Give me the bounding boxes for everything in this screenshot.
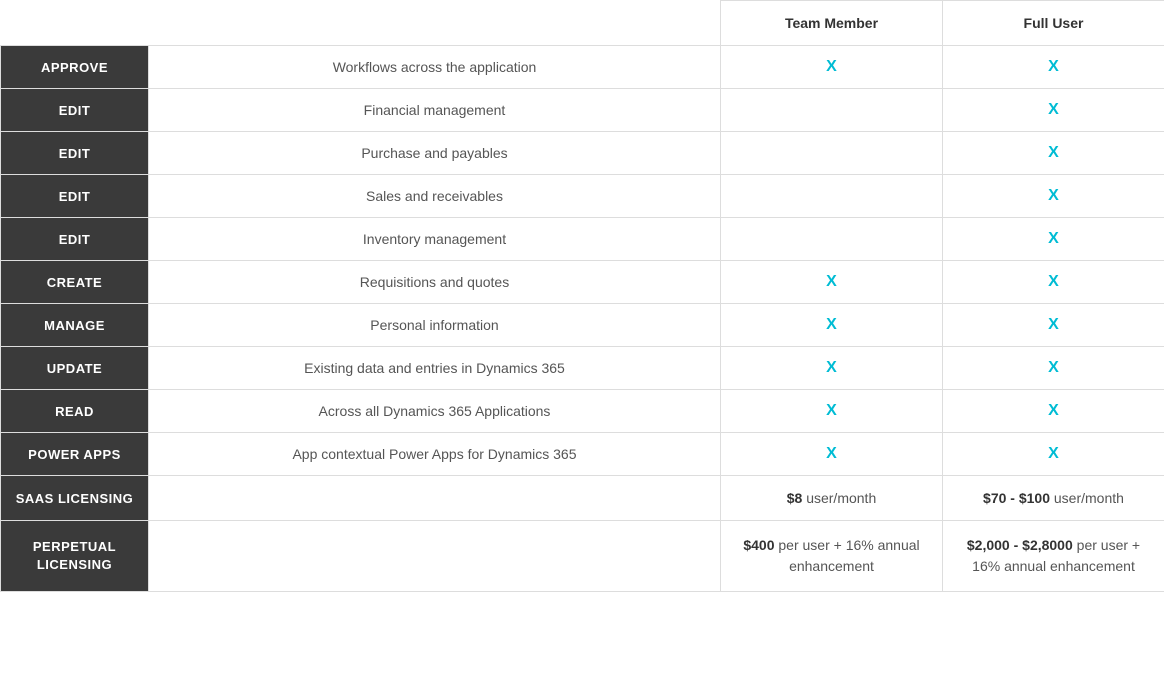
saas-team-price: $8 user/month (721, 476, 943, 521)
check-mark: X (1048, 230, 1059, 247)
full-check-cell: X (943, 46, 1164, 89)
team-check-cell (721, 89, 943, 132)
table-row: EDITFinancial management X (1, 89, 1164, 132)
check-mark: X (1048, 316, 1059, 333)
team-check-cell (721, 218, 943, 261)
check-mark: X (1048, 359, 1059, 376)
saas-full-price: $70 - $100 user/month (943, 476, 1164, 521)
check-mark: X (1048, 144, 1059, 161)
description-cell: Existing data and entries in Dynamics 36… (149, 347, 721, 390)
action-cell: POWER APPS (1, 433, 149, 476)
check-mark: X (1048, 402, 1059, 419)
table-row: EDITSales and receivables X (1, 175, 1164, 218)
check-mark: X (826, 316, 837, 333)
description-cell: App contextual Power Apps for Dynamics 3… (149, 433, 721, 476)
check-mark: X (1048, 101, 1059, 118)
table-row: READAcross all Dynamics 365 Applications… (1, 390, 1164, 433)
table-row: POWER APPSApp contextual Power Apps for … (1, 433, 1164, 476)
table-row: MANAGEPersonal information X X (1, 304, 1164, 347)
perpetual-full-price-bold: $2,000 - $2,8000 (967, 537, 1073, 553)
full-check-cell: X (943, 261, 1164, 304)
header-action (1, 1, 149, 46)
saas-full-price-bold: $70 - $100 (983, 490, 1050, 506)
perpetual-full-price: $2,000 - $2,8000 per user + 16% annual e… (943, 521, 1164, 592)
full-check-cell: X (943, 218, 1164, 261)
perpetual-team-price: $400 per user + 16% annual enhancement (721, 521, 943, 592)
saas-desc-cell (149, 476, 721, 521)
full-check-cell: X (943, 390, 1164, 433)
saas-licensing-row: SaaS Licensing $8 user/month$70 - $100 us… (1, 476, 1164, 521)
action-cell: EDIT (1, 218, 149, 261)
perpetual-licensing-row: PerpetualLicensing $400 per user + 16% an… (1, 521, 1164, 592)
action-cell: CREATE (1, 261, 149, 304)
check-mark: X (826, 402, 837, 419)
description-cell: Sales and receivables (149, 175, 721, 218)
team-check-cell (721, 132, 943, 175)
check-mark: X (1048, 58, 1059, 75)
description-cell: Inventory management (149, 218, 721, 261)
description-cell: Purchase and payables (149, 132, 721, 175)
full-check-cell: X (943, 89, 1164, 132)
table-row: EDITPurchase and payables X (1, 132, 1164, 175)
action-cell: READ (1, 390, 149, 433)
description-cell: Workflows across the application (149, 46, 721, 89)
team-check-cell: X (721, 261, 943, 304)
description-cell: Financial management (149, 89, 721, 132)
full-check-cell: X (943, 433, 1164, 476)
check-mark: X (826, 359, 837, 376)
check-mark: X (1048, 273, 1059, 290)
team-check-cell (721, 175, 943, 218)
full-check-cell: X (943, 304, 1164, 347)
comparison-table-wrapper: Team Member Full User APPROVEWorkflows a… (0, 0, 1164, 592)
team-check-cell: X (721, 46, 943, 89)
header-desc (149, 1, 721, 46)
perpetual-action-cell: PerpetualLicensing (1, 521, 149, 592)
check-mark: X (826, 445, 837, 462)
team-check-cell: X (721, 347, 943, 390)
full-check-cell: X (943, 175, 1164, 218)
team-check-cell: X (721, 304, 943, 347)
check-mark: X (826, 273, 837, 290)
header-full-user: Full User (943, 1, 1164, 46)
action-cell: UPDATE (1, 347, 149, 390)
table-row: UPDATEExisting data and entries in Dynam… (1, 347, 1164, 390)
check-mark: X (826, 58, 837, 75)
perpetual-desc-cell (149, 521, 721, 592)
table-row: CREATERequisitions and quotes X X (1, 261, 1164, 304)
action-cell: MANAGE (1, 304, 149, 347)
header-team-member: Team Member (721, 1, 943, 46)
action-cell: EDIT (1, 89, 149, 132)
description-cell: Across all Dynamics 365 Applications (149, 390, 721, 433)
description-cell: Personal information (149, 304, 721, 347)
action-cell: EDIT (1, 175, 149, 218)
action-cell: APPROVE (1, 46, 149, 89)
table-row: APPROVEWorkflows across the application X… (1, 46, 1164, 89)
full-check-cell: X (943, 347, 1164, 390)
table-row: EDITInventory management X (1, 218, 1164, 261)
check-mark: X (1048, 187, 1059, 204)
saas-action-cell: SaaS Licensing (1, 476, 149, 521)
perpetual-team-price-bold: $400 (743, 537, 774, 553)
description-cell: Requisitions and quotes (149, 261, 721, 304)
team-check-cell: X (721, 390, 943, 433)
action-cell: EDIT (1, 132, 149, 175)
comparison-table: Team Member Full User APPROVEWorkflows a… (0, 0, 1164, 592)
check-mark: X (1048, 445, 1059, 462)
team-check-cell: X (721, 433, 943, 476)
full-check-cell: X (943, 132, 1164, 175)
saas-team-price-bold: $8 (787, 490, 803, 506)
